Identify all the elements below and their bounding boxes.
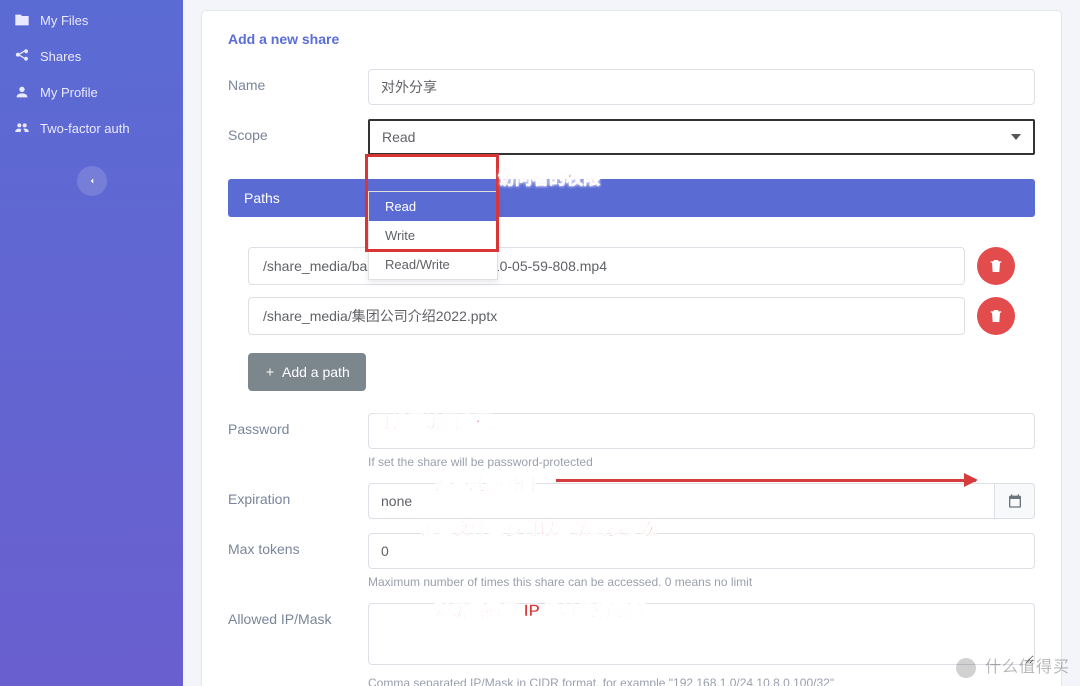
name-label: Name — [228, 69, 368, 105]
calendar-icon — [1007, 493, 1023, 509]
chevron-left-icon — [87, 176, 97, 186]
sidebar-item-my-files[interactable]: My Files — [0, 2, 183, 38]
path-input-0[interactable] — [248, 247, 965, 285]
scope-option-write[interactable]: Write — [369, 221, 497, 250]
paths-section-header: Paths — [228, 179, 1035, 217]
expiration-label: Expiration — [228, 483, 368, 519]
path-input-1[interactable] — [248, 297, 965, 335]
scope-dropdown: Read Write Read/Write — [368, 191, 498, 280]
name-input[interactable] — [368, 69, 1035, 105]
scope-label: Scope — [228, 119, 368, 155]
user-icon — [14, 84, 30, 100]
add-share-card: Add a new share Name Scope Read Read — [201, 10, 1062, 686]
scope-value: Read — [382, 129, 415, 145]
max-tokens-hint: Maximum number of times this share can b… — [368, 575, 1035, 589]
share-icon — [14, 48, 30, 64]
caret-down-icon — [1011, 134, 1021, 140]
add-path-label: Add a path — [282, 364, 350, 380]
password-hint: If set the share will be password-protec… — [368, 455, 1035, 469]
folder-icon — [14, 12, 30, 28]
users-icon — [14, 120, 30, 136]
expiration-input[interactable] — [368, 483, 995, 519]
plus-icon — [264, 366, 276, 378]
watermark-icon — [956, 658, 976, 678]
sidebar-item-label: Shares — [40, 49, 81, 64]
watermark: 什么值得买 — [956, 653, 1070, 678]
card-title: Add a new share — [228, 31, 1035, 47]
sidebar-item-label: Two-factor auth — [40, 121, 130, 136]
trash-icon — [988, 258, 1004, 274]
annotation-arrow — [556, 479, 976, 482]
sidebar-item-label: My Profile — [40, 85, 98, 100]
sidebar-item-label: My Files — [40, 13, 88, 28]
add-path-button[interactable]: Add a path — [248, 353, 366, 391]
main-content: Add a new share Name Scope Read Read — [183, 0, 1080, 686]
sidebar-item-two-factor[interactable]: Two-factor auth — [0, 110, 183, 146]
max-tokens-label: Max tokens — [228, 533, 368, 589]
allowed-ip-textarea[interactable] — [368, 603, 1035, 665]
trash-icon — [988, 308, 1004, 324]
scope-option-read[interactable]: Read — [369, 192, 497, 221]
scope-option-readwrite[interactable]: Read/Write — [369, 250, 497, 279]
password-input[interactable] — [368, 413, 1035, 449]
allowed-ip-hint: Comma separated IP/Mask in CIDR format, … — [368, 676, 1035, 686]
calendar-button[interactable] — [995, 483, 1035, 519]
sidebar: My Files Shares My Profile Two-factor au… — [0, 0, 183, 686]
watermark-text: 什么值得买 — [985, 659, 1070, 676]
sidebar-collapse-button[interactable] — [77, 166, 107, 196]
scope-select[interactable]: Read — [368, 119, 1035, 155]
paths-label: Paths — [228, 179, 1035, 217]
sidebar-item-shares[interactable]: Shares — [0, 38, 183, 74]
delete-path-button[interactable] — [977, 247, 1015, 285]
allowed-ip-label: Allowed IP/Mask — [228, 603, 368, 686]
sidebar-item-my-profile[interactable]: My Profile — [0, 74, 183, 110]
delete-path-button[interactable] — [977, 297, 1015, 335]
password-label: Password — [228, 413, 368, 469]
max-tokens-input[interactable] — [368, 533, 1035, 569]
